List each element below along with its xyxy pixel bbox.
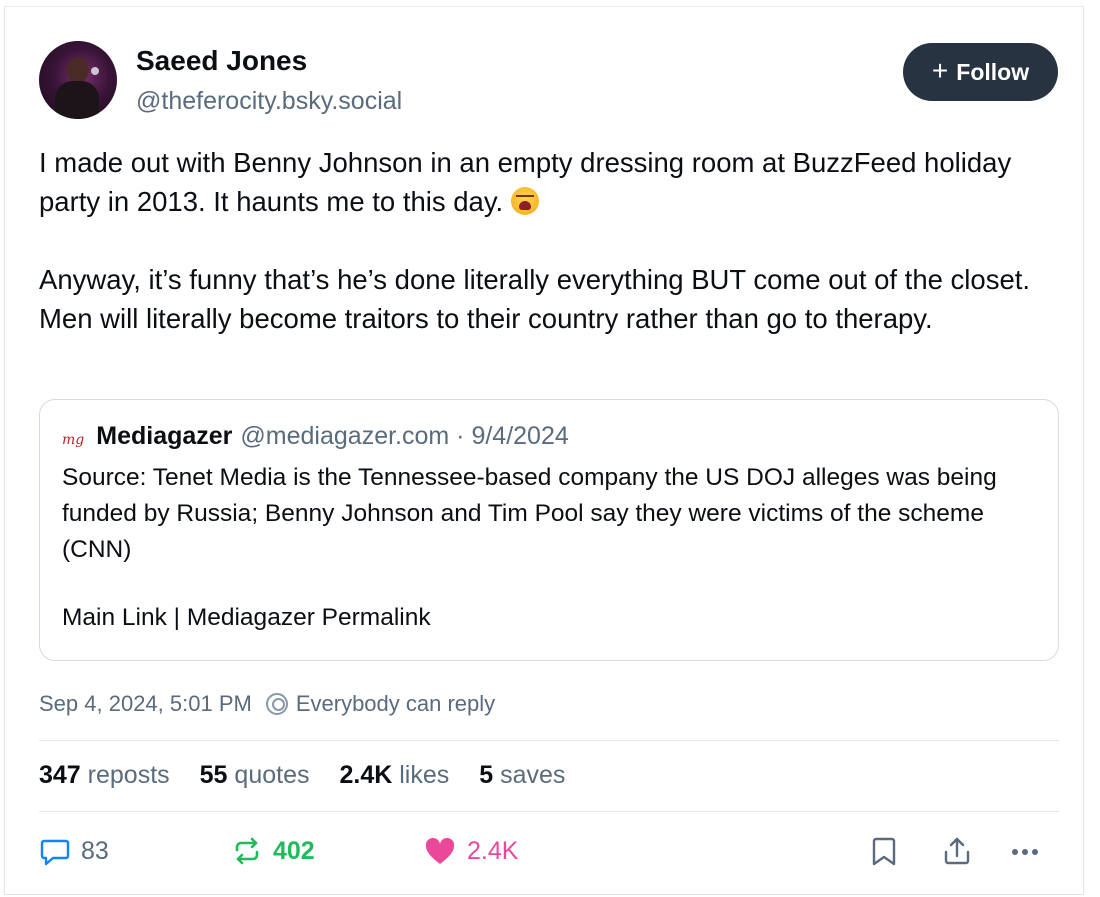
reply-count: 83 [81,836,109,865]
mediagazer-logo-icon: mg [62,432,85,448]
author-name[interactable]: Saeed Jones [136,45,307,77]
heart-icon [425,837,455,864]
more-dots-icon [1012,849,1038,855]
quote-author-meta: @mediagazer.com · 9/4/2024 [240,422,569,450]
action-bar: 83 402 2.4K [39,835,1059,879]
quote-embed[interactable]: mg Mediagazer @mediagazer.com · 9/4/2024… [39,399,1059,661]
divider [39,811,1059,812]
share-button[interactable] [941,835,973,867]
quote-body: Source: Tenet Media is the Tennessee-bas… [62,464,997,563]
follow-button[interactable]: + Follow [903,43,1058,101]
like-count: 2.4K [467,836,519,865]
share-icon [944,837,970,865]
reply-setting-label: Everybody can reply [295,691,496,716]
globe-icon [265,693,288,715]
stat-likes[interactable]: 2.4K likes [339,761,449,790]
like-button[interactable]: 2.4K [423,835,518,867]
reply-button[interactable]: 83 [39,835,109,867]
divider [39,740,1059,741]
stat-reposts[interactable]: 347 reposts [39,761,170,790]
stat-quotes[interactable]: 55 quotes [200,761,310,790]
repost-count: 402 [273,836,315,865]
post-paragraph-2: Anyway, it’s funny that’s he’s done lite… [39,264,1031,334]
reply-setting: Everybody can reply [265,691,496,717]
quote-links[interactable]: Main Link | Mediagazer Permalink [62,604,431,632]
bookmark-button[interactable] [869,835,899,867]
reply-icon [40,839,70,866]
post-meta: Sep 4, 2024, 5:01 PM Everybody can reply [39,691,495,717]
quote-author-name: Mediagazer [96,422,233,450]
engagement-stats: 347 reposts 55 quotes 2.4K likes 5 saves [39,761,565,790]
bookmark-icon [872,837,896,866]
stat-saves[interactable]: 5 saves [479,761,565,790]
more-options-button[interactable] [1007,835,1043,867]
post-timestamp[interactable]: Sep 4, 2024, 5:01 PM [39,691,252,717]
weary-face-emoji-icon [511,187,540,215]
plus-icon: + [931,55,949,86]
repost-icon [235,837,259,865]
repost-button[interactable]: 402 [231,835,315,867]
follow-label: Follow [956,58,1030,85]
post-text: I made out with Benny Johnson in an empt… [39,143,1049,338]
post-card: Saeed Jones @theferocity.bsky.social + F… [4,6,1084,895]
author-handle[interactable]: @theferocity.bsky.social [136,87,402,116]
quote-header: mg Mediagazer @mediagazer.com · 9/4/2024 [62,422,569,451]
author-avatar[interactable] [39,41,117,119]
